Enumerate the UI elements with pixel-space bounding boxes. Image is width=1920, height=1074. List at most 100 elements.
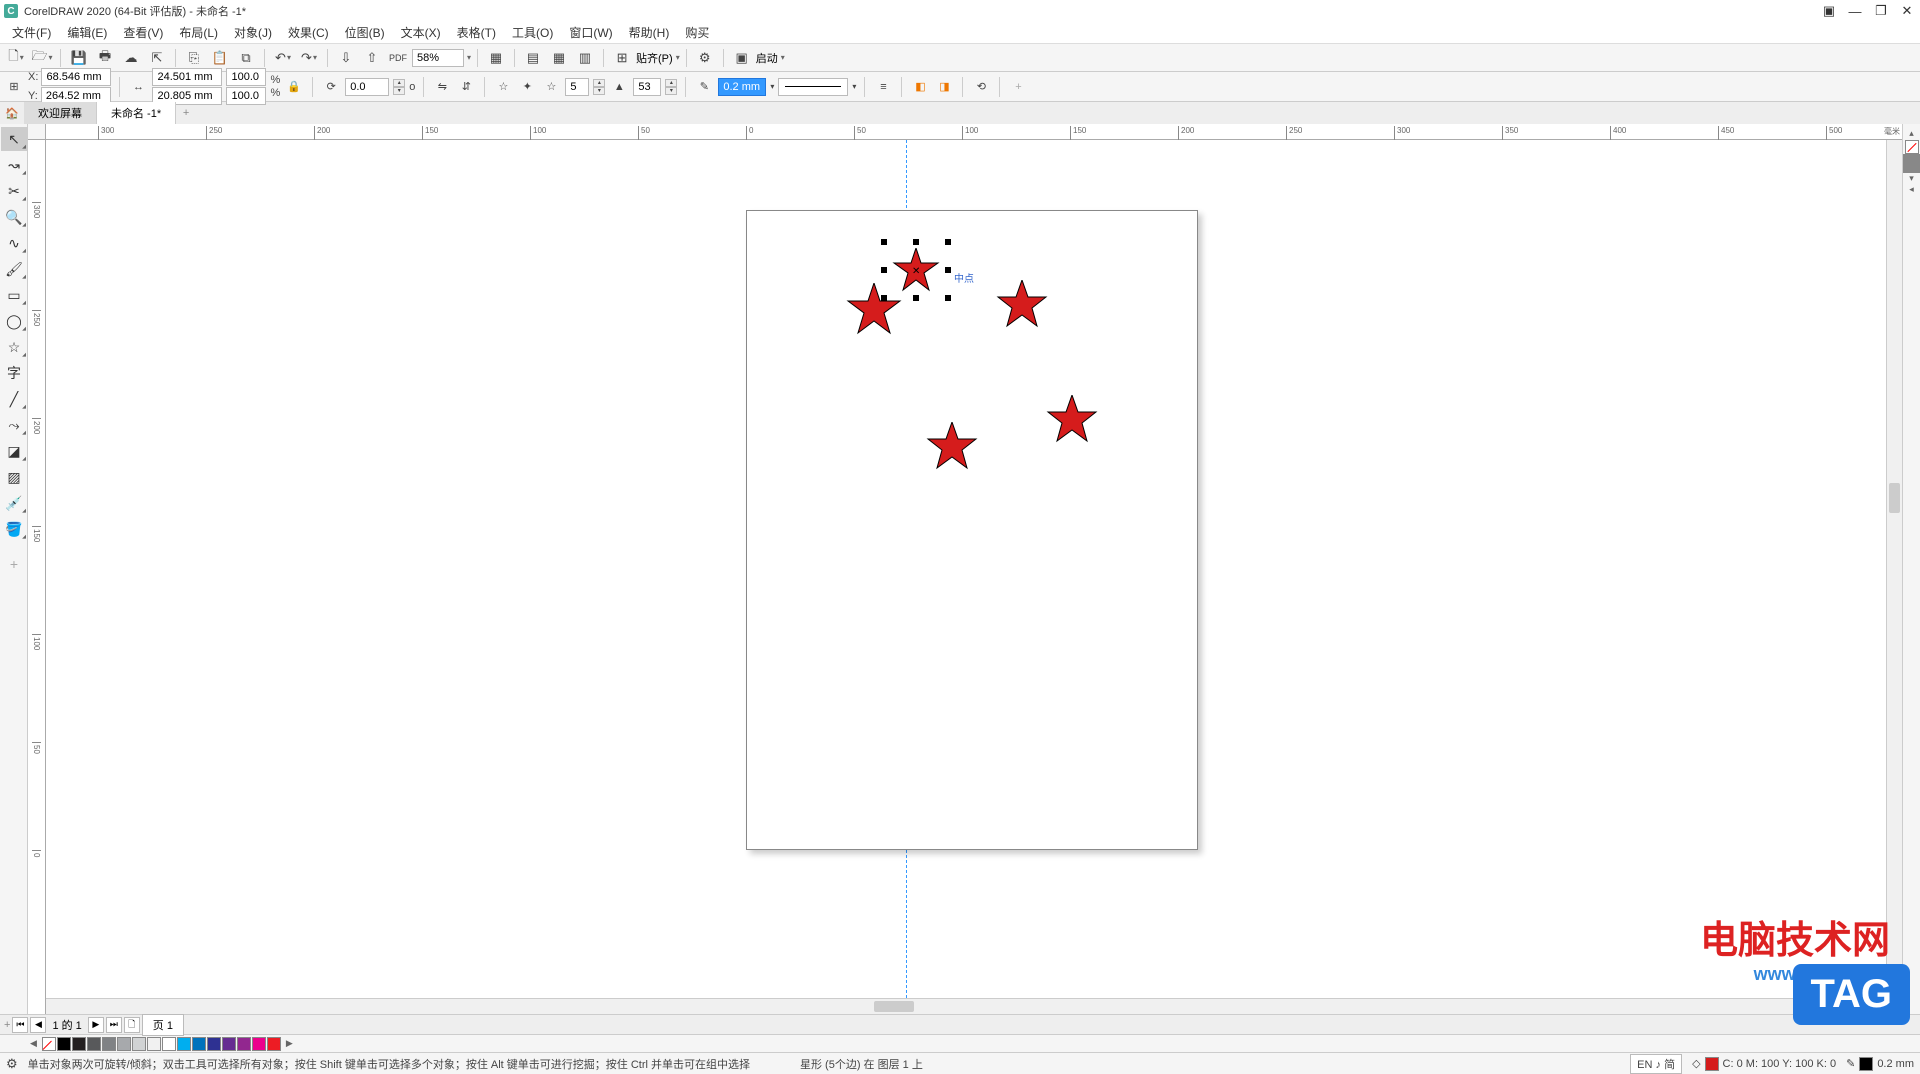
rectangle-tool[interactable]: ▭◢ xyxy=(1,283,27,307)
menu-buy[interactable]: 购买 xyxy=(677,22,717,43)
snap-label[interactable]: 贴齐(P) xyxy=(636,50,673,66)
menu-text[interactable]: 文本(X) xyxy=(393,22,449,43)
menu-file[interactable]: 文件(F) xyxy=(4,22,59,43)
launch-icon[interactable]: ▣ xyxy=(730,47,754,69)
add-item-icon[interactable]: + xyxy=(4,1019,10,1031)
color-swatch[interactable] xyxy=(132,1037,146,1051)
launch-dropdown-icon[interactable]: ▾ xyxy=(781,53,785,62)
canvas-workspace[interactable]: ✕ 中点 xyxy=(46,140,1886,998)
transparency-tool[interactable]: ▨ xyxy=(1,465,27,489)
menu-window[interactable]: 窗口(W) xyxy=(561,22,620,43)
print-button[interactable]: 🖶 xyxy=(93,47,117,69)
close-icon[interactable]: ✕ xyxy=(1898,3,1916,19)
palette-up-icon[interactable]: ▴ xyxy=(1903,128,1920,139)
scale-y-input[interactable] xyxy=(226,87,266,105)
sharpness-spinner[interactable]: ▴▾ xyxy=(665,79,677,95)
menu-help[interactable]: 帮助(H) xyxy=(621,22,678,43)
rotation-spinner[interactable]: ▴▾ xyxy=(393,79,405,95)
home-icon[interactable]: 🏠 xyxy=(0,107,24,120)
freehand-tool[interactable]: ∿◢ xyxy=(1,231,27,255)
add-button[interactable]: + xyxy=(1008,77,1028,97)
add-tool-button[interactable]: + xyxy=(1,552,27,576)
menu-view[interactable]: 查看(V) xyxy=(115,22,171,43)
gear-icon[interactable]: ⚙ xyxy=(6,1056,18,1072)
to-front-icon[interactable]: ◧ xyxy=(910,77,930,97)
add-page-button[interactable]: 🗋 xyxy=(124,1017,140,1033)
ruler-horizontal[interactable]: 毫米 3002502001501005005010015020025030035… xyxy=(46,124,1902,140)
options-button[interactable]: ⚙ xyxy=(693,47,717,69)
points-input[interactable] xyxy=(565,78,589,96)
text-tool[interactable]: 字 xyxy=(1,361,27,385)
pick-tool[interactable]: ↖◢ xyxy=(1,127,27,151)
prev-page-button[interactable]: ◀ xyxy=(30,1017,46,1033)
language-selector[interactable]: EN ♪ 简 xyxy=(1630,1054,1682,1074)
color-swatch[interactable] xyxy=(117,1037,131,1051)
first-page-button[interactable]: ⏮ xyxy=(12,1017,28,1033)
new-button[interactable]: 🗋▾ xyxy=(4,47,28,69)
color-swatch[interactable] xyxy=(102,1037,116,1051)
zoom-tool[interactable]: 🔍◢ xyxy=(1,205,27,229)
to-back-icon[interactable]: ◨ xyxy=(934,77,954,97)
crop-tool[interactable]: ✂◢ xyxy=(1,179,27,203)
tab-add-button[interactable]: + xyxy=(176,107,196,119)
paste-button[interactable]: 📋 xyxy=(208,47,232,69)
width-input[interactable] xyxy=(152,68,222,86)
clone-button[interactable]: ⧉ xyxy=(234,47,258,69)
import-button[interactable]: ⇩ xyxy=(334,47,358,69)
menu-layout[interactable]: 布局(L) xyxy=(171,22,226,43)
export2-button[interactable]: ⇧ xyxy=(360,47,384,69)
color-swatch[interactable] xyxy=(192,1037,206,1051)
guides-button[interactable]: ▥ xyxy=(573,47,597,69)
menu-effect[interactable]: 效果(C) xyxy=(280,22,337,43)
undo-button[interactable]: ↶▾ xyxy=(271,47,295,69)
grid-button[interactable]: ▦ xyxy=(547,47,571,69)
menu-edit[interactable]: 编辑(E) xyxy=(59,22,115,43)
lock-ratio-icon[interactable]: 🔒 xyxy=(284,77,304,97)
export-button[interactable]: ⇱ xyxy=(145,47,169,69)
polygon-tool[interactable]: ☆◢ xyxy=(1,335,27,359)
selection-handles[interactable]: ✕ xyxy=(884,242,948,298)
artistic-media-tool[interactable]: 🖌◢ xyxy=(1,257,27,281)
palette-left-icon[interactable]: ◀ xyxy=(30,1038,37,1049)
linestyle-dropdown-icon[interactable]: ▾ xyxy=(852,82,856,91)
copy-button[interactable]: ⎘ xyxy=(182,47,206,69)
zoom-input[interactable] xyxy=(412,49,464,67)
page-tab[interactable]: 页 1 xyxy=(142,1014,184,1036)
fill-color-info[interactable]: ◇ C: 0 M: 100 Y: 100 K: 0 xyxy=(1692,1057,1836,1071)
eyedropper-tool[interactable]: 💉◢ xyxy=(1,491,27,515)
sharpness-input[interactable] xyxy=(633,78,661,96)
color-swatch[interactable] xyxy=(57,1037,71,1051)
convert-curves-icon[interactable]: ⟲ xyxy=(971,77,991,97)
star-shape[interactable] xyxy=(926,422,978,470)
dimension-tool[interactable]: ╱◢ xyxy=(1,387,27,411)
outline-width-input[interactable] xyxy=(718,78,766,96)
launch-label[interactable]: 启动 xyxy=(756,50,778,66)
menu-tool[interactable]: 工具(O) xyxy=(504,22,561,43)
ruler-vertical[interactable]: 300250200150100500 xyxy=(28,140,46,1014)
snap-dropdown-icon[interactable]: ▾ xyxy=(676,53,680,62)
rulers-button[interactable]: ▤ xyxy=(521,47,545,69)
wrap-text-icon[interactable]: ≡ xyxy=(873,77,893,97)
mirror-h-icon[interactable]: ⇋ xyxy=(432,77,452,97)
x-input[interactable] xyxy=(41,68,111,86)
color-swatch[interactable] xyxy=(87,1037,101,1051)
minimize-icon[interactable]: — xyxy=(1846,4,1864,19)
color-swatch[interactable] xyxy=(147,1037,161,1051)
color-swatch[interactable] xyxy=(177,1037,191,1051)
ellipse-tool[interactable]: ◯◢ xyxy=(1,309,27,333)
scrollbar-vertical[interactable] xyxy=(1886,140,1902,998)
color-swatch[interactable] xyxy=(267,1037,281,1051)
palette-down-icon[interactable]: ▾ xyxy=(1903,173,1920,184)
palette-flyout-icon[interactable]: ◂ xyxy=(1903,184,1920,195)
color-swatch[interactable] xyxy=(252,1037,266,1051)
connector-tool[interactable]: ⤳◢ xyxy=(1,413,27,437)
menu-bitmap[interactable]: 位图(B) xyxy=(337,22,393,43)
last-page-button[interactable]: ⏭ xyxy=(106,1017,122,1033)
menu-object[interactable]: 对象(J) xyxy=(226,22,280,43)
snap-icon[interactable]: ⊞ xyxy=(610,47,634,69)
fullscreen-button[interactable]: ▦ xyxy=(484,47,508,69)
help-icon[interactable]: ▣ xyxy=(1820,3,1838,19)
color-swatch[interactable] xyxy=(162,1037,176,1051)
color-swatch[interactable] xyxy=(207,1037,221,1051)
rotation-input[interactable] xyxy=(345,78,389,96)
